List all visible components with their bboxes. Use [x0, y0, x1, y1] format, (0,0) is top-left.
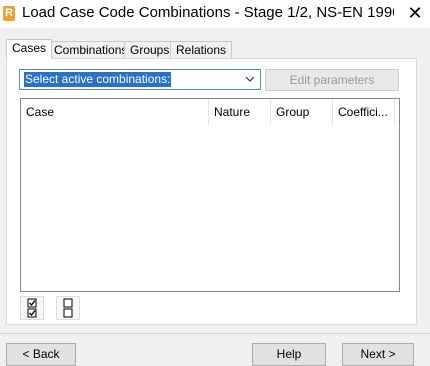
tab-panel-cases: Select active combinations: Edit paramet…	[6, 58, 417, 325]
active-combinations-select[interactable]: Select active combinations:	[19, 69, 261, 90]
window-title: Load Case Code Combinations - Stage 1/2,…	[22, 4, 394, 21]
column-header-nature[interactable]: Nature	[209, 99, 271, 125]
tab-groups[interactable]: Groups	[124, 41, 176, 59]
column-header-coefficient[interactable]: Coeffici...	[333, 99, 395, 125]
cases-table[interactable]: Case Nature Group Coeffici...	[20, 98, 400, 292]
chevron-down-icon	[245, 76, 255, 82]
edit-parameters-button[interactable]: Edit parameters	[265, 69, 399, 91]
help-button[interactable]: Help	[252, 343, 326, 366]
check-all-icon	[27, 298, 37, 318]
tab-relations[interactable]: Relations	[170, 41, 233, 59]
uncheck-all-button[interactable]	[56, 296, 80, 320]
title-bar: R Load Case Code Combinations - Stage 1/…	[0, 0, 430, 28]
next-button[interactable]: Next >	[342, 343, 414, 366]
combo-selected-value: Select active combinations:	[24, 72, 172, 87]
column-header-case[interactable]: Case	[21, 99, 209, 125]
column-header-group[interactable]: Group	[271, 99, 333, 125]
app-logo-icon: R	[3, 6, 15, 21]
check-all-button[interactable]	[20, 296, 44, 320]
back-button[interactable]: < Back	[6, 343, 76, 366]
footer-separator	[0, 333, 430, 334]
close-button[interactable]: ✕	[400, 0, 430, 28]
tab-combinations[interactable]: Combinations	[48, 41, 134, 59]
uncheck-all-icon	[63, 298, 73, 318]
tab-cases[interactable]: Cases	[6, 39, 53, 59]
table-header: Case Nature Group Coeffici...	[21, 99, 399, 125]
